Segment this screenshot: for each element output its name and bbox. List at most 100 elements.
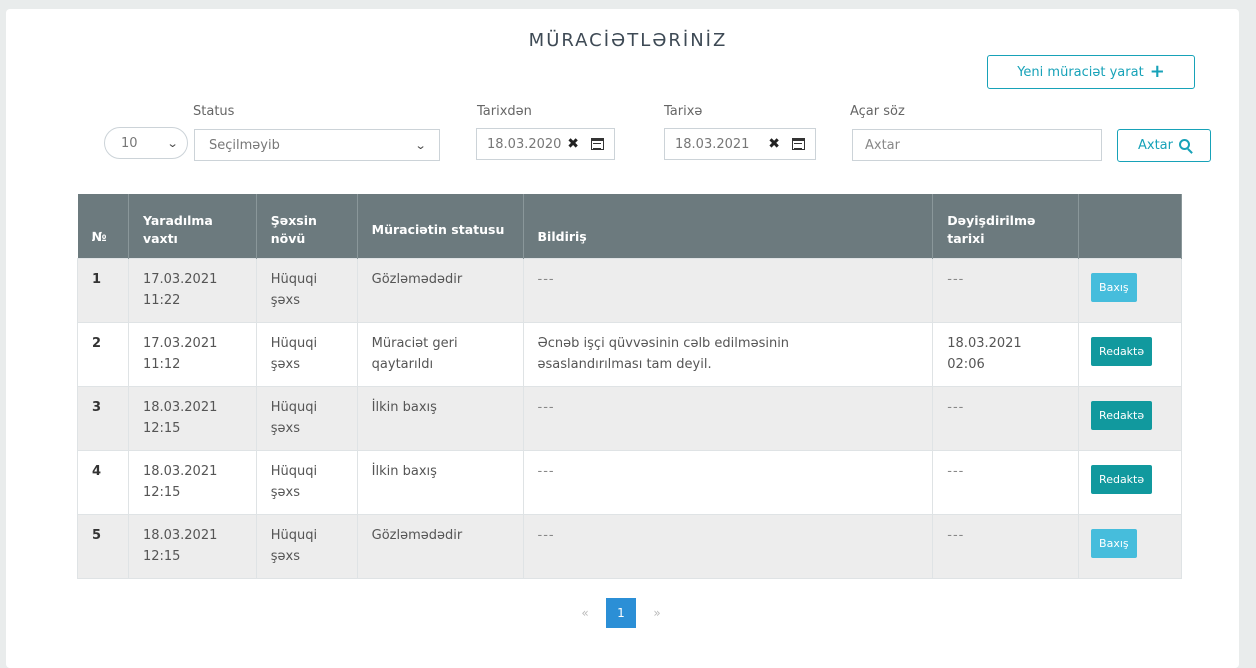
created-date: 18.03.2021 <box>142 463 218 479</box>
from-date-value: 18.03.2020 <box>487 136 562 152</box>
cell-person-type: Hüquqi şəxs <box>255 257 358 323</box>
table-row: 4 18.03.2021 12:15 Hüquqi şəxs İlkin baxış --… <box>77 449 1182 515</box>
table-header-row: № Yaradılma vaxtı Şəxsin növü Müraciətin… <box>77 194 1182 258</box>
header-status: Müraciətin statusu <box>357 194 524 258</box>
calendar-icon[interactable] <box>591 138 604 150</box>
search-icon <box>1179 139 1190 150</box>
from-date-input[interactable]: 18.03.2020 ✖ <box>476 128 615 160</box>
cell-actions: Redaktə <box>1078 321 1182 387</box>
cell-created: 17.03.2021 11:22 <box>127 257 257 323</box>
cell-created: 18.03.2021 12:15 <box>127 449 257 515</box>
header-no: № <box>77 194 129 258</box>
header-actions <box>1078 194 1182 258</box>
created-time: 12:15 <box>142 548 181 564</box>
notice-text: --- <box>537 399 555 415</box>
keyword-label: Açar söz <box>850 104 905 119</box>
cell-actions: Redaktə <box>1078 449 1182 515</box>
created-time: 12:15 <box>142 420 181 436</box>
person-type: Hüquqi şəxs <box>270 399 318 436</box>
prev-page-button[interactable]: « <box>568 598 602 628</box>
to-date-value: 18.03.2021 <box>675 136 750 152</box>
requests-table: № Yaradılma vaxtı Şəxsin növü Müraciətin… <box>77 194 1182 579</box>
search-button[interactable]: Axtar <box>1117 129 1211 162</box>
cell-actions: Redaktə <box>1078 385 1182 451</box>
cell-modified: 18.03.2021 02:06 <box>932 321 1080 387</box>
cell-notice: --- <box>522 449 934 515</box>
cell-modified: --- <box>932 385 1080 451</box>
cell-status: İlkin baxış <box>356 449 524 515</box>
person-type: Hüquqi şəxs <box>270 463 318 500</box>
cell-modified: --- <box>932 257 1080 323</box>
row-number: 5 <box>92 527 102 543</box>
next-page-button[interactable]: » <box>640 598 674 628</box>
pagination: « 1 » <box>568 598 674 628</box>
row-number: 1 <box>92 271 102 287</box>
cell-created: 18.03.2021 12:15 <box>127 513 257 579</box>
edit-button[interactable]: Redaktə <box>1091 464 1153 494</box>
row-number: 3 <box>92 399 102 415</box>
chevron-down-icon: ⌄ <box>414 138 427 152</box>
cell-created: 18.03.2021 12:15 <box>127 385 257 451</box>
created-date: 18.03.2021 <box>142 399 218 415</box>
keyword-search-input[interactable]: Axtar <box>852 129 1102 161</box>
notice-text: --- <box>537 463 555 479</box>
clear-icon[interactable]: ✖ <box>768 136 780 152</box>
notice-text: --- <box>537 527 555 543</box>
modified-time: 02:06 <box>947 356 985 372</box>
to-date-label: Tarixə <box>664 104 703 119</box>
person-type: Hüquqi şəxs <box>270 335 318 372</box>
cell-actions: Baxış <box>1078 513 1182 579</box>
request-status: Gözləmədədir <box>371 527 463 543</box>
modified-date: --- <box>947 463 965 479</box>
request-status: Müraciət geri qaytarıldı <box>371 335 458 372</box>
cell-no: 3 <box>77 385 129 451</box>
calendar-icon[interactable] <box>792 138 805 150</box>
header-person-type: Şəxsin növü <box>256 194 358 258</box>
clear-icon[interactable]: ✖ <box>567 136 579 152</box>
created-time: 11:12 <box>142 356 181 372</box>
cell-notice: --- <box>522 513 934 579</box>
to-date-input[interactable]: 18.03.2021 ✖ <box>664 128 816 160</box>
cell-person-type: Hüquqi şəxs <box>255 449 358 515</box>
cell-no: 2 <box>77 321 129 387</box>
person-type: Hüquqi şəxs <box>270 271 318 308</box>
page-title: MÜRACİƏTLƏRİNİZ <box>528 30 728 51</box>
edit-button[interactable]: Redaktə <box>1091 336 1153 366</box>
table-row: 2 17.03.2021 11:12 Hüquqi şəxs Müraciət geri… <box>77 321 1182 387</box>
cell-person-type: Hüquqi şəxs <box>255 321 358 387</box>
request-status: Gözləmədədir <box>371 271 463 287</box>
cell-modified: --- <box>932 513 1080 579</box>
cell-notice: --- <box>522 257 934 323</box>
cell-person-type: Hüquqi şəxs <box>255 385 358 451</box>
cell-person-type: Hüquqi şəxs <box>255 513 358 579</box>
created-time: 11:22 <box>142 292 181 308</box>
cell-status: Müraciət geri qaytarıldı <box>356 321 524 387</box>
new-request-button[interactable]: Yeni müraciət yarat + <box>987 55 1195 89</box>
modified-date: 18.03.2021 <box>947 335 1022 351</box>
request-status: İlkin baxış <box>371 399 437 415</box>
request-status: İlkin baxış <box>371 463 437 479</box>
cell-status: İlkin baxış <box>356 385 524 451</box>
view-button[interactable]: Baxış <box>1091 272 1137 302</box>
person-type: Hüquqi şəxs <box>270 527 318 564</box>
chevron-down-icon: ⌄ <box>166 136 179 150</box>
header-modified: Dəyişdirilmə tarixi <box>932 194 1080 258</box>
search-button-label: Axtar <box>1138 138 1173 153</box>
cell-no: 1 <box>77 257 129 323</box>
edit-button[interactable]: Redaktə <box>1091 400 1153 430</box>
row-number: 2 <box>92 335 102 351</box>
from-date-label: Tarixdən <box>477 104 532 119</box>
header-notice: Bildiriş <box>523 194 934 258</box>
per-page-select[interactable]: 10 ⌄ <box>104 127 188 159</box>
view-button[interactable]: Baxış <box>1091 528 1137 558</box>
notice-text: Əcnəb işçi qüvvəsinin cəlb edilməsinin ə… <box>537 335 790 372</box>
header-created: Yaradılma vaxtı <box>128 194 257 258</box>
page-1-button[interactable]: 1 <box>606 598 636 628</box>
status-label: Status <box>193 104 235 119</box>
cell-status: Gözləmədədir <box>356 257 524 323</box>
status-select[interactable]: Seçilməyib ⌄ <box>194 129 440 161</box>
notice-text: --- <box>537 271 555 287</box>
status-select-value: Seçilməyib <box>209 137 280 153</box>
created-date: 17.03.2021 <box>142 271 218 287</box>
cell-created: 17.03.2021 11:12 <box>127 321 257 387</box>
